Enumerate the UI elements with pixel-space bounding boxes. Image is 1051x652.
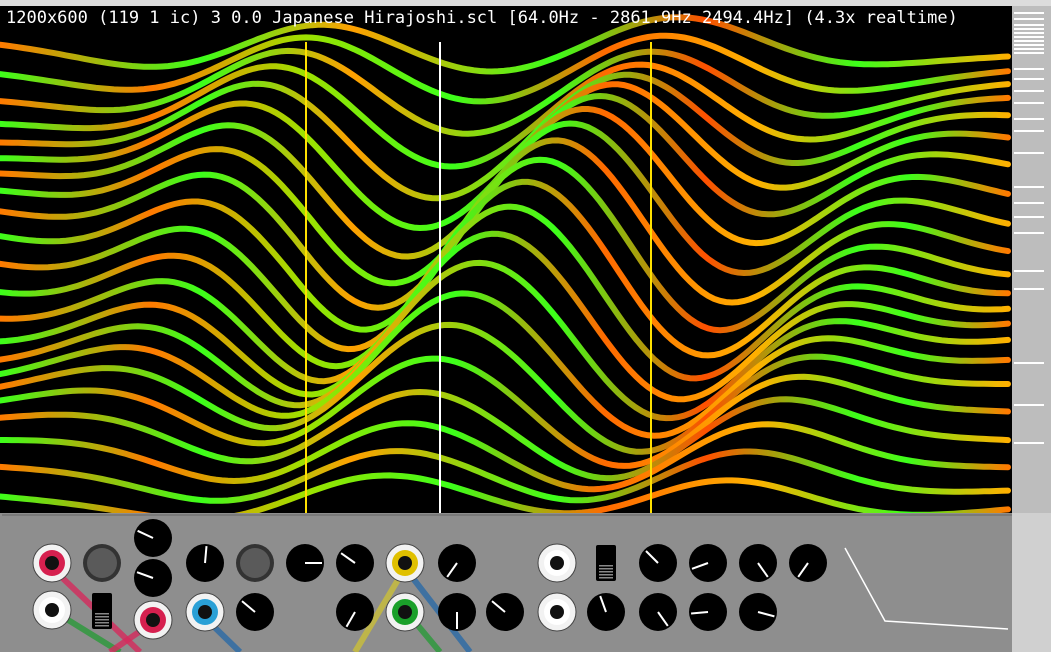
window-title: 1200x600 (119 1 ic) 3 0.0 Japanese Hiraj…	[6, 8, 958, 28]
scale-tick	[1014, 216, 1044, 218]
scale-tick	[1014, 118, 1044, 120]
knob-icon[interactable]	[689, 544, 727, 582]
audio-jack-icon[interactable]	[32, 543, 72, 583]
knob-icon[interactable]	[438, 544, 476, 582]
scale-tick	[1014, 32, 1044, 34]
scale-tick	[1014, 68, 1044, 70]
scale-tick	[1014, 186, 1044, 188]
knob-icon[interactable]	[486, 593, 524, 631]
control-panel	[0, 513, 1051, 652]
knob-icon[interactable]	[438, 593, 476, 631]
knob-icon[interactable]	[639, 544, 677, 582]
panel-edge	[1012, 513, 1051, 652]
scale-tick	[1014, 28, 1044, 30]
frequency-scale	[1012, 6, 1051, 513]
scale-tick	[1014, 90, 1044, 92]
scale-tick	[1014, 52, 1044, 54]
knob-icon[interactable]	[689, 593, 727, 631]
audio-jack-icon[interactable]	[185, 592, 225, 632]
scale-tick	[1014, 404, 1044, 406]
scale-tick	[1014, 12, 1044, 14]
led-indicator-icon	[83, 544, 121, 582]
knob-icon[interactable]	[336, 593, 374, 631]
scale-tick	[1014, 270, 1044, 272]
audio-jack-icon[interactable]	[385, 543, 425, 583]
knob-icon[interactable]	[639, 593, 677, 631]
scale-tick	[1014, 48, 1044, 50]
knob-icon[interactable]	[134, 559, 172, 597]
led-indicator-icon	[236, 544, 274, 582]
scale-tick	[1014, 44, 1044, 46]
audio-jack-icon[interactable]	[537, 543, 577, 583]
switch-icon[interactable]	[92, 593, 112, 629]
scale-tick	[1014, 18, 1044, 20]
knob-icon[interactable]	[739, 593, 777, 631]
scale-tick	[1014, 288, 1044, 290]
scale-tick	[1014, 362, 1044, 364]
scale-tick	[1014, 78, 1044, 80]
knob-icon[interactable]	[134, 519, 172, 557]
audio-jack-icon[interactable]	[385, 592, 425, 632]
audio-jack-icon[interactable]	[537, 592, 577, 632]
audio-jack-icon[interactable]	[133, 600, 173, 640]
knob-icon[interactable]	[789, 544, 827, 582]
envelope-line	[844, 547, 1009, 630]
scale-tick	[1014, 232, 1044, 234]
scale-tick	[1014, 152, 1044, 154]
knob-icon[interactable]	[286, 544, 324, 582]
knob-icon[interactable]	[336, 544, 374, 582]
knob-icon[interactable]	[236, 593, 274, 631]
scale-tick	[1014, 202, 1044, 204]
audio-jack-icon[interactable]	[32, 590, 72, 630]
scale-tick	[1014, 40, 1044, 42]
scale-tick	[1014, 102, 1044, 104]
scale-tick	[1014, 24, 1044, 26]
switch-icon[interactable]	[596, 545, 616, 581]
scale-tick	[1014, 36, 1044, 38]
visualizer-display[interactable]: 1200x600 (119 1 ic) 3 0.0 Japanese Hiraj…	[0, 6, 1012, 513]
spectrum-curves	[0, 14, 1011, 513]
scale-tick	[1014, 442, 1044, 444]
knob-icon[interactable]	[186, 544, 224, 582]
knob-icon[interactable]	[587, 593, 625, 631]
scale-tick	[1014, 130, 1044, 132]
knob-icon[interactable]	[739, 544, 777, 582]
